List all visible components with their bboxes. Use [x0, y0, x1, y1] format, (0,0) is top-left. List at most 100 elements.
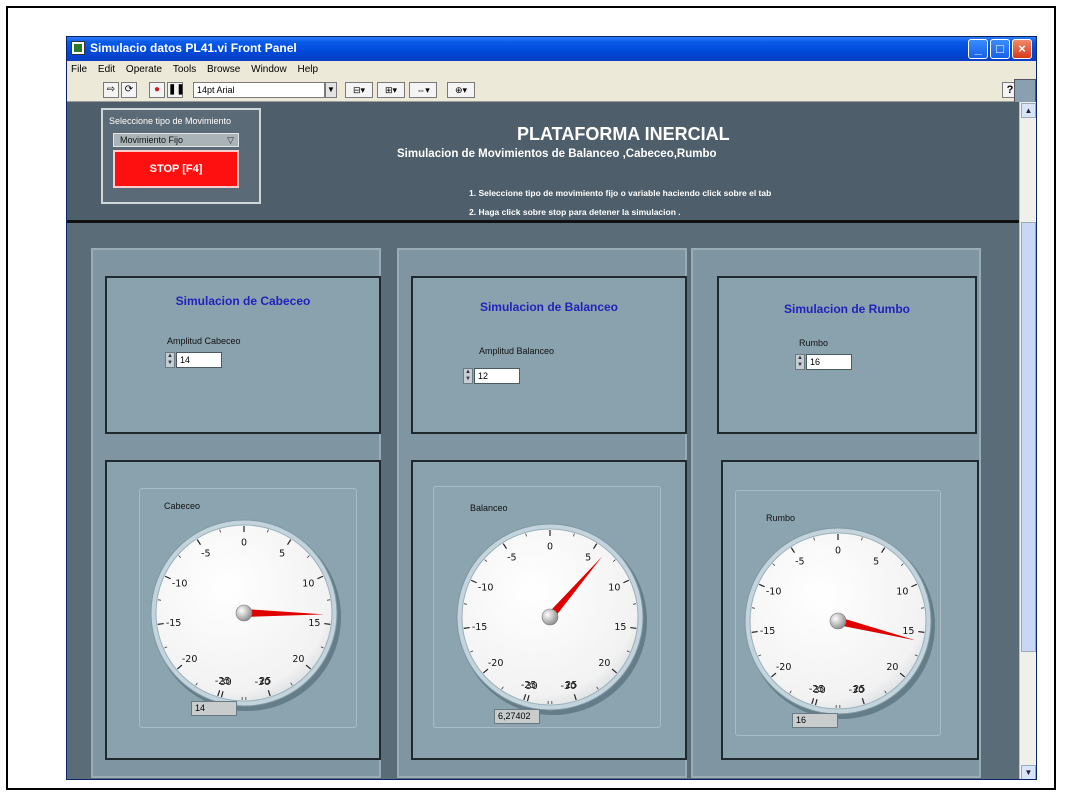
gauge-tick — [324, 622, 331, 625]
amplitud-cabeceo-label: Amplitud Cabeceo — [167, 336, 241, 346]
rumbo-title: Simulacion de Rumbo — [783, 302, 910, 316]
gauge-tick-label: -10 — [766, 586, 782, 597]
run-continuous-icon[interactable]: ⟳ — [121, 82, 137, 98]
cabeceo-indicator: 14 — [191, 701, 237, 716]
scroll-down-icon[interactable]: ▼ — [1021, 765, 1036, 779]
menu-edit[interactable]: Edit — [94, 61, 119, 75]
gauge-tick-label: 5 — [279, 549, 285, 560]
gauge-tick-label: 15 — [614, 622, 626, 633]
balanceo-control-box: Simulacion de Balanceo Amplitud Balanceo… — [411, 276, 687, 434]
cabeceo-title: Simulacion de Cabeceo — [175, 294, 311, 308]
toolbar: ⇨ ⟳ ● ❚❚ 14pt Arial ▼ ⊟▾ ⊞▾ ⇔▾ ⊕▾ ? — [67, 79, 1036, 102]
gauge-tick-label: 0 — [835, 546, 841, 557]
movement-type-label: Seleccione tipo de Movimiento — [109, 116, 232, 126]
gauge-tick-label: -10 — [172, 578, 188, 589]
scroll-up-icon[interactable]: ▲ — [1021, 103, 1036, 118]
amplitud-balanceo-label: Amplitud Balanceo — [479, 346, 555, 356]
gauge-tick-label: -15 — [472, 622, 488, 633]
align-objects-icon[interactable]: ⊟▾ — [345, 82, 373, 98]
balanceo-column: Simulacion de Balanceo Amplitud Balanceo… — [397, 248, 687, 778]
gauge-tick-label: -20 — [776, 662, 792, 673]
gauge-tick — [751, 630, 758, 633]
rumbo-gauge: -5051015202530 -30-25-20-15-10 — [744, 527, 935, 719]
run-arrow-icon[interactable]: ⇨ — [103, 82, 119, 98]
labview-vi-icon — [71, 41, 85, 55]
gauge-tick-label: 20 — [292, 654, 304, 665]
abort-icon[interactable]: ● — [149, 82, 165, 98]
balanceo-title: Simulacion de Balanceo — [479, 300, 619, 314]
chevron-down-icon[interactable]: ▼ — [325, 82, 337, 98]
movement-control-box: Seleccione tipo de Movimiento Movimiento… — [101, 108, 261, 204]
cabeceo-control-box: Simulacion de Cabeceo Amplitud Cabeceo ▲… — [105, 276, 381, 434]
menu-browse[interactable]: Browse — [203, 61, 244, 75]
balanceo-gauge: -5051015202530 -30-25-20-15-10 — [456, 523, 647, 715]
panel-header: Seleccione tipo de Movimiento Movimiento… — [67, 102, 1019, 223]
menu-help[interactable]: Help — [293, 61, 322, 75]
maximize-button[interactable]: □ — [990, 39, 1010, 59]
cabeceo-gauge: -5051015202530 -30-25-20-15-10 — [150, 519, 341, 711]
minimize-button[interactable]: _ — [968, 39, 988, 59]
close-button[interactable]: × — [1012, 39, 1032, 59]
gauge-tick-label: -25 — [809, 684, 825, 695]
gauge-tick-label: 20 — [598, 658, 610, 669]
reorder-icon[interactable]: ⊕▾ — [447, 82, 475, 98]
gauge-tick — [157, 622, 164, 625]
balanceo-gauge-box: Balanceo -5 0 5 10 15 20 25 30 -30 -25 -20 -15 -10 6… — [411, 460, 687, 760]
vertical-scrollbar[interactable]: ▲ ▼ — [1019, 102, 1036, 779]
gauge-hub — [235, 604, 253, 622]
stepper-arrows-icon[interactable]: ▲ ▼ — [795, 354, 805, 370]
gauge-tick-label: 15 — [308, 618, 320, 629]
gauge-tick-label: 5 — [873, 557, 879, 568]
menu-operate[interactable]: Operate — [122, 61, 166, 75]
gauge-tick — [463, 626, 470, 629]
scroll-thumb[interactable] — [1021, 222, 1036, 652]
cabeceo-gauge-frame: Cabeceo -5 0 5 10 15 20 25 30 -30 -25 -20 -15 -10 14 — [139, 488, 357, 728]
font-selector[interactable]: 14pt Arial — [193, 82, 325, 98]
gauge-tick-label: -5 — [507, 553, 516, 564]
stepper-arrows-icon[interactable]: ▲ ▼ — [165, 352, 175, 368]
title-bar[interactable]: Simulacio datos PL41.vi Front Panel _ □ … — [67, 37, 1036, 61]
menu-file[interactable]: File — [67, 61, 91, 75]
rumbo-column: Simulacion de Rumbo Rumbo ▲ ▼ 16 Rumbo -5… — [691, 248, 981, 778]
gauge-tick-label: 10 — [896, 586, 908, 597]
rumbo-input[interactable]: 16 — [806, 354, 852, 370]
gauge-tick-label: -15 — [166, 618, 182, 629]
amplitud-cabeceo-input[interactable]: 14 — [176, 352, 222, 368]
rumbo-gauge-box: Rumbo -5 0 5 10 15 20 25 30 -30 -25 -20 -15 -10 16 — [721, 460, 979, 760]
menu-tools[interactable]: Tools — [169, 61, 200, 75]
movement-type-value: Movimiento Fijo — [120, 135, 184, 145]
gauge-tick-label: -10 — [478, 582, 494, 593]
gauge-tick — [918, 630, 925, 633]
distribute-objects-icon[interactable]: ⊞▾ — [377, 82, 405, 98]
gauge-tick-label: -25 — [215, 676, 231, 687]
rumbo-gauge-frame: Rumbo -5 0 5 10 15 20 25 30 -30 -25 -20 -15 -10 16 — [735, 490, 941, 736]
rumbo-indicator: 16 — [792, 713, 838, 728]
cabeceo-column: Simulacion de Cabeceo Amplitud Cabeceo ▲… — [91, 248, 381, 778]
gauge-tick-label: 15 — [902, 626, 914, 637]
stepper-arrows-icon[interactable]: ▲ ▼ — [463, 368, 473, 384]
pause-icon[interactable]: ❚❚ — [167, 82, 185, 98]
stop-button[interactable]: STOP [F4] — [113, 150, 239, 188]
gauge-tick-label: -20 — [488, 658, 504, 669]
resize-objects-icon[interactable]: ⇔▾ — [409, 82, 437, 98]
gauge-tick-label: -30 — [561, 681, 577, 692]
balanceo-indicator: 6,27402 — [494, 709, 540, 724]
gauge-tick-label: -25 — [521, 680, 537, 691]
gauge-tick-label: 10 — [608, 582, 620, 593]
gauge-tick-label: 0 — [547, 542, 553, 553]
labview-window: Simulacio datos PL41.vi Front Panel _ □ … — [66, 36, 1037, 780]
gauge-tick-label: -5 — [201, 549, 210, 560]
gauge-tick-label: 5 — [585, 553, 591, 564]
instruction-2: 2. Haga click sobre stop para detener la… — [469, 207, 681, 217]
menu-bar: File Edit Operate Tools Browse Window He… — [67, 61, 1036, 79]
page-title: PLATAFORMA INERCIAL — [517, 124, 730, 144]
amplitud-balanceo-input[interactable]: 12 — [474, 368, 520, 384]
gauge-hub — [541, 608, 559, 626]
rumbo-input-label: Rumbo — [799, 338, 829, 348]
menu-window[interactable]: Window — [247, 61, 291, 75]
gauge-tick-label: -5 — [795, 557, 804, 568]
gauge-tick-label: -20 — [182, 654, 198, 665]
gauge-tick-label: -30 — [255, 677, 271, 688]
cabeceo-gauge-box: Cabeceo -5 0 5 10 15 20 25 30 -30 -25 -20 -15 -10 14 — [105, 460, 381, 760]
movement-type-select[interactable]: Movimiento Fijo ▽ — [113, 133, 239, 147]
